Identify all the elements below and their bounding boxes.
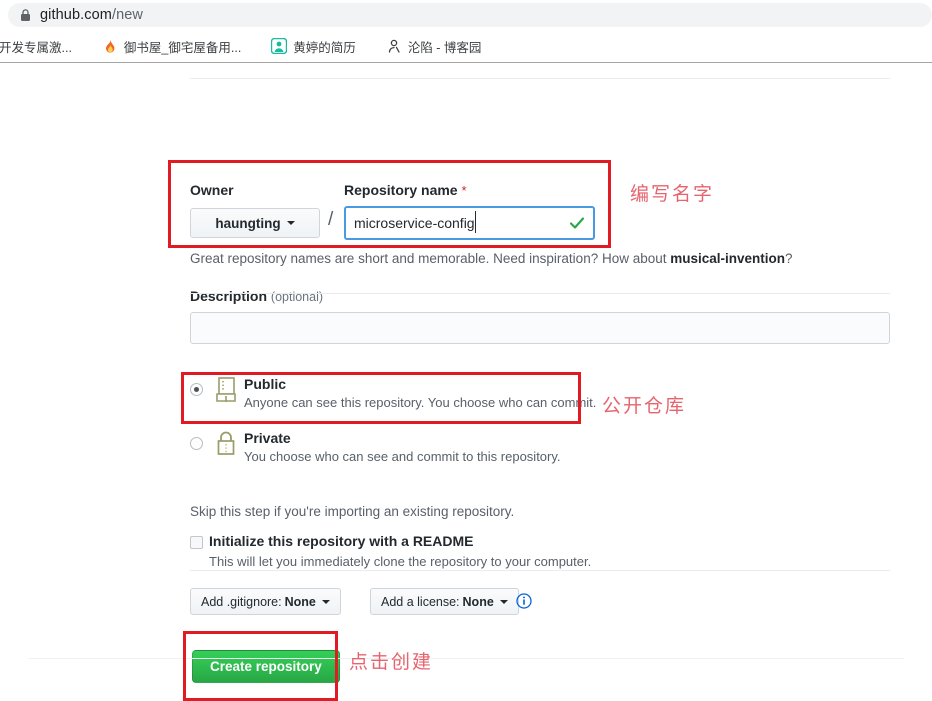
bookmark-item[interactable]: 沦陷 - 博客园 xyxy=(379,34,489,58)
required-marker: * xyxy=(461,183,467,198)
check-icon xyxy=(569,217,585,229)
readme-checkbox[interactable] xyxy=(190,536,203,549)
omnibox-row: github.com/new xyxy=(0,0,932,30)
visibility-description: You choose who can see and commit to thi… xyxy=(244,449,561,464)
visibility-title: Private xyxy=(244,430,291,446)
bookmark-label: 黄婷的简历 xyxy=(293,40,356,55)
suggested-name[interactable]: musical-invention xyxy=(670,251,785,266)
chevron-down-icon xyxy=(499,599,508,604)
license-dropdown-value: None xyxy=(462,594,494,609)
footer-divider xyxy=(28,658,904,659)
repository-name-field-wrapper[interactable] xyxy=(344,206,595,240)
chevron-down-icon xyxy=(286,221,295,225)
info-icon[interactable] xyxy=(516,593,532,609)
repository-name-label-text: Repository name xyxy=(344,182,458,198)
bookmark-label: 开发专属激... xyxy=(0,40,72,55)
bookmark-label: 御书屋_御宅屋备用... xyxy=(123,40,242,55)
repo-book-icon xyxy=(216,377,236,402)
divider xyxy=(190,293,890,294)
hint-suffix: ? xyxy=(785,251,793,266)
bookmark-item[interactable]: 开发专属激... xyxy=(0,34,79,58)
path-separator: / xyxy=(328,209,334,230)
lock-icon xyxy=(21,8,30,21)
bookmark-item[interactable]: 御书屋_御宅屋备用... xyxy=(95,34,248,58)
owner-dropdown[interactable]: haungting xyxy=(190,208,320,238)
gitignore-dropdown[interactable]: Add .gitignore: None xyxy=(190,588,341,615)
text-cursor xyxy=(475,211,476,233)
visibility-description: Anyone can see this repository. You choo… xyxy=(244,395,597,410)
bookmark-item[interactable]: 黄婷的简历 xyxy=(264,34,363,58)
description-label-text: Description xyxy=(190,288,268,304)
flame-icon xyxy=(105,39,115,53)
person-icon xyxy=(388,39,400,53)
divider xyxy=(190,78,890,79)
annotation-text-create: 点击创建 xyxy=(349,651,434,673)
readme-description: This will let you immediately clone the … xyxy=(209,554,592,569)
license-dropdown-prefix: Add a license: xyxy=(381,594,460,609)
new-repository-page: Owner haungting / Repository name * Grea… xyxy=(0,63,932,701)
skip-import-note: Skip this step if you're importing an ex… xyxy=(190,504,515,519)
url-path: /new xyxy=(111,7,143,23)
chevron-down-icon xyxy=(321,599,330,604)
gitignore-dropdown-value: None xyxy=(284,594,316,609)
address-bar[interactable]: github.com/new xyxy=(8,3,932,27)
owner-dropdown-value: haungting xyxy=(215,215,281,231)
radio-public[interactable] xyxy=(190,383,203,396)
browser-chrome: github.com/new 开发专属激... 御书屋_御宅屋备用... 黄婷的… xyxy=(0,0,932,63)
description-input[interactable] xyxy=(190,312,890,344)
bookmarks-bar: 开发专属激... 御书屋_御宅屋备用... 黄婷的简历 沦陷 - 博客园 xyxy=(0,30,932,62)
description-label: Description (optional) xyxy=(190,288,323,304)
hint-prefix: Great repository names are short and mem… xyxy=(190,251,671,266)
bookmark-label: 沦陷 - 博客园 xyxy=(407,40,482,55)
gitignore-dropdown-prefix: Add .gitignore: xyxy=(201,594,282,609)
url-host: github.com xyxy=(40,7,112,23)
visibility-title: Public xyxy=(244,376,287,392)
annotation-text-public: 公开仓库 xyxy=(602,395,687,417)
url-text: github.com/new xyxy=(40,7,143,23)
radio-private[interactable] xyxy=(190,437,203,450)
readme-label: Initialize this repository with a README xyxy=(209,533,474,549)
divider xyxy=(190,570,890,571)
repository-name-label: Repository name * xyxy=(344,182,467,198)
annotation-text-name: 编写名字 xyxy=(630,183,715,205)
license-dropdown[interactable]: Add a license: None xyxy=(370,588,519,615)
create-repository-button[interactable]: Create repository xyxy=(192,650,340,683)
avatar-icon xyxy=(271,38,288,54)
repository-name-hint: Great repository names are short and mem… xyxy=(190,251,793,266)
repository-name-input[interactable] xyxy=(354,208,569,238)
owner-label: Owner xyxy=(190,182,234,198)
lock-icon xyxy=(217,431,235,455)
